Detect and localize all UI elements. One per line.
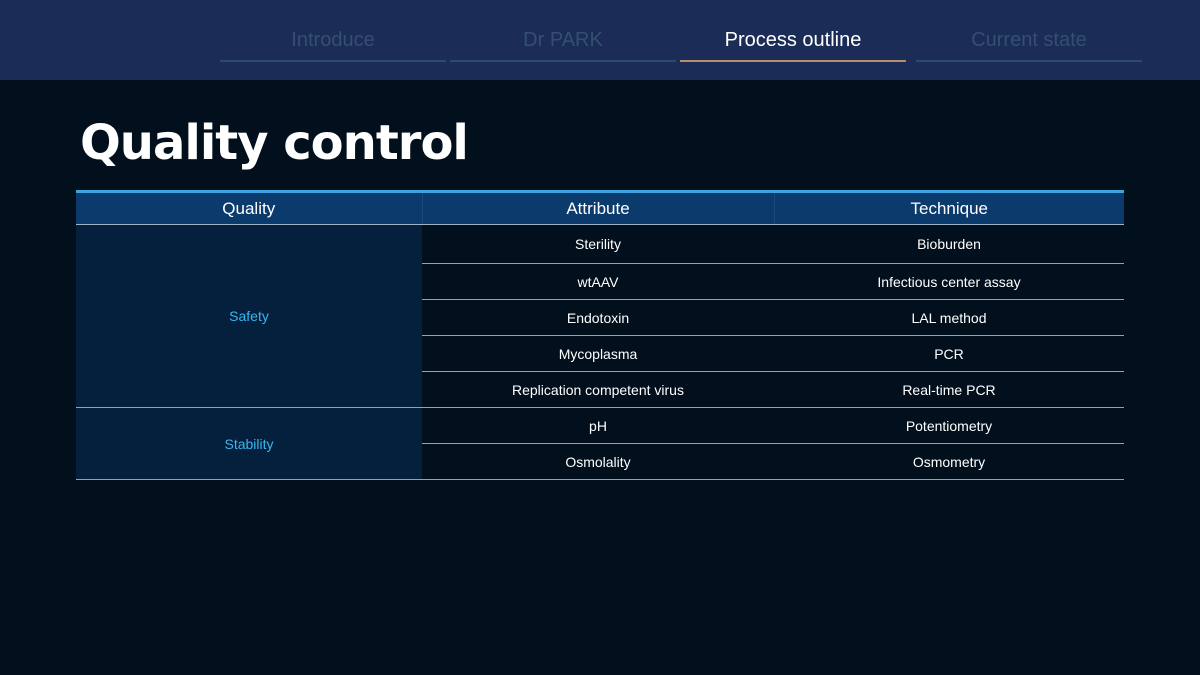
attribute-cell: Replication competent virus (422, 371, 774, 408)
attribute-cell: Endotoxin (422, 299, 774, 336)
attribute-cell: Mycoplasma (422, 335, 774, 372)
page-title: Quality control (80, 115, 469, 171)
attribute-cell: wtAAV (422, 263, 774, 300)
technique-cell: Potentiometry (774, 407, 1124, 444)
technique-cell: LAL method (774, 299, 1124, 336)
group-label-stability: Stability (76, 407, 422, 480)
table-row: Safety Sterility Bioburden (76, 224, 1124, 408)
table-header-row: Quality Attribute Technique (76, 191, 1124, 225)
attribute-cell: Sterility (422, 224, 774, 264)
technique-cell: Bioburden (774, 224, 1124, 264)
technique-cell: Osmometry (774, 443, 1124, 480)
attribute-cell: Osmolality (422, 443, 774, 480)
tab-introduce[interactable]: Introduce (220, 22, 446, 62)
quality-control-table: Quality Attribute Technique Safety Steri… (76, 190, 1124, 480)
header-technique: Technique (773, 191, 1124, 225)
group-label-safety: Safety (76, 224, 422, 408)
attribute-cell: pH (422, 407, 774, 444)
header-quality: Quality (76, 191, 422, 225)
tab-process-outline[interactable]: Process outline (680, 22, 906, 62)
technique-cell: Infectious center assay (774, 263, 1124, 300)
technique-cell: Real-time PCR (774, 371, 1124, 408)
top-navigation-bar: Introduce Dr PARK Process outline Curren… (0, 0, 1200, 80)
technique-cell: PCR (774, 335, 1124, 372)
table-row: Stability pH Potentiometry (76, 407, 1124, 480)
tab-current-state[interactable]: Current state (916, 22, 1142, 62)
tab-dr-park[interactable]: Dr PARK (450, 22, 676, 62)
header-attribute: Attribute (421, 191, 774, 225)
